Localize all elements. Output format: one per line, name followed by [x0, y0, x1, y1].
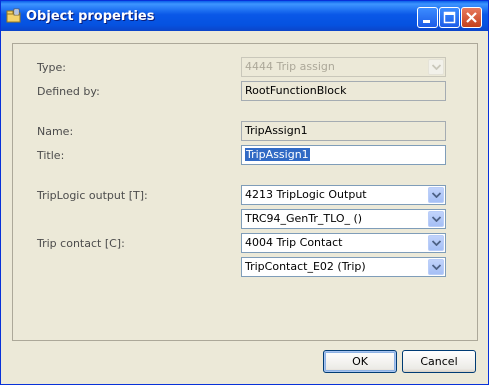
- close-button[interactable]: [461, 7, 482, 28]
- title-value: TripAssign1: [245, 148, 310, 161]
- folder-properties-icon: [6, 8, 22, 24]
- cancel-button[interactable]: Cancel: [402, 350, 476, 373]
- triplogic-output-label: TripLogic output [T]:: [37, 189, 148, 202]
- trip-contact-object-combobox[interactable]: TripContact_E02 (Trip): [241, 257, 446, 277]
- title-label: Title:: [37, 149, 65, 162]
- name-value: TripAssign1: [245, 124, 308, 137]
- ok-button[interactable]: OK: [323, 350, 397, 373]
- close-icon: [466, 12, 477, 23]
- triplogic-object-value: TRC94_GenTr_TLO_ (): [245, 212, 363, 225]
- trip-contact-label: Trip contact [C]:: [37, 237, 125, 250]
- triplogic-type-combobox[interactable]: 4213 TripLogic Output: [241, 185, 446, 205]
- minimize-button[interactable]: [417, 7, 438, 28]
- trip-contact-type-value: 4004 Trip Contact: [245, 236, 343, 249]
- trip-contact-type-combobox[interactable]: 4004 Trip Contact: [241, 233, 446, 253]
- title-input[interactable]: TripAssign1: [241, 145, 446, 165]
- trip-contact-object-value: TripContact_E02 (Trip): [245, 260, 366, 273]
- maximize-button[interactable]: [439, 7, 460, 28]
- chevron-down-icon: [428, 59, 444, 75]
- chevron-down-icon[interactable]: [428, 187, 444, 203]
- chevron-down-icon[interactable]: [428, 235, 444, 251]
- minimize-icon: [423, 20, 430, 23]
- chevron-down-icon[interactable]: [428, 259, 444, 275]
- type-label: Type:: [37, 61, 66, 74]
- type-value: 4444 Trip assign: [245, 60, 335, 73]
- defined-by-value: RootFunctionBlock: [245, 84, 347, 97]
- name-field: TripAssign1: [241, 121, 446, 141]
- type-combobox: 4444 Trip assign: [241, 57, 446, 77]
- chevron-down-icon[interactable]: [428, 211, 444, 227]
- name-label: Name:: [37, 125, 74, 138]
- defined-by-label: Defined by:: [37, 85, 100, 98]
- maximize-icon: [443, 11, 456, 24]
- triplogic-object-combobox[interactable]: TRC94_GenTr_TLO_ (): [241, 209, 446, 229]
- window-title: Object properties: [26, 9, 155, 24]
- triplogic-type-value: 4213 TripLogic Output: [245, 188, 367, 201]
- defined-by-field: RootFunctionBlock: [241, 81, 446, 101]
- title-bar[interactable]: Object properties: [1, 1, 488, 31]
- object-properties-dialog: Object properties Type: 4444 Trip assign…: [0, 0, 489, 385]
